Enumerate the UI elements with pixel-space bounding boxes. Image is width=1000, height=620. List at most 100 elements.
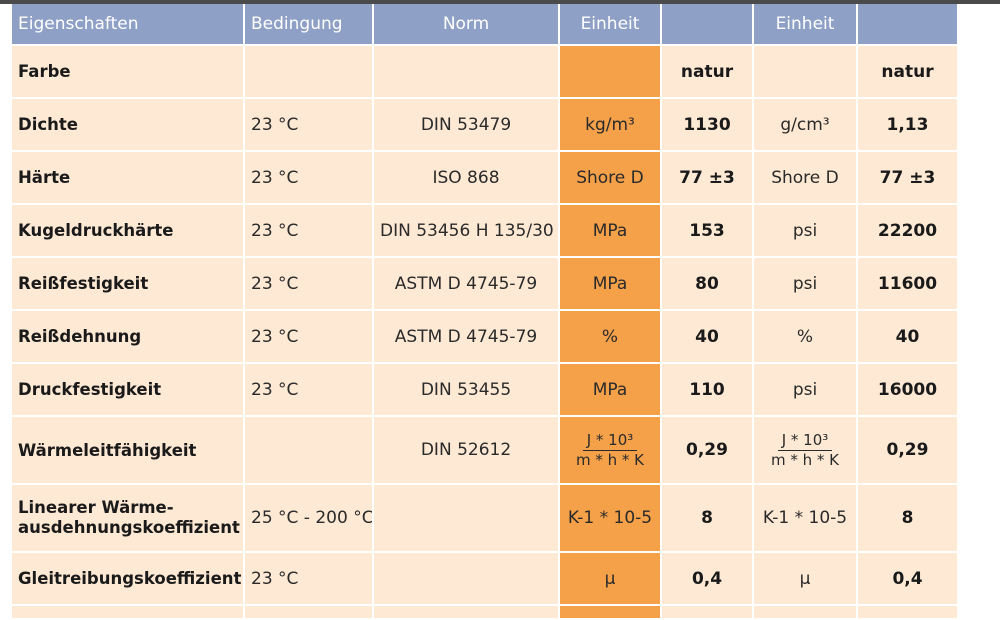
- table-row: Reißfestigkeit 23 °C ASTM D 4745-79 MPa …: [12, 257, 959, 311]
- property-name: Druckfestigkeit: [12, 363, 245, 417]
- property-name-line: Linearer Wärme-: [18, 498, 174, 517]
- unit-metric: K-1 * 10-5: [559, 484, 662, 553]
- value-imperial: 8: [857, 484, 959, 553]
- value-imperial: 1,13: [857, 98, 959, 152]
- fraction-numerator: J * 10³: [582, 431, 638, 451]
- condition: [244, 416, 374, 485]
- unit-imperial: g/cm³: [753, 98, 858, 152]
- header-einheit-imperial: Einheit: [753, 4, 858, 46]
- condition: 23 °C: [244, 257, 374, 311]
- unit-imperial: psi: [753, 363, 858, 417]
- value-metric: 1130: [661, 98, 754, 152]
- condition: 23 °C: [244, 552, 374, 606]
- property-name: Gleitreibungskoeffizient *: [12, 552, 245, 606]
- unit-metric: %: [559, 310, 662, 364]
- property-name: Kugeldruckhärte: [12, 204, 245, 258]
- condition: [244, 45, 374, 99]
- fraction-numerator: J * 10³: [777, 431, 833, 451]
- unit-imperial-fraction: J * 10³ m * h * K: [753, 416, 858, 485]
- value-imperial: 40: [857, 310, 959, 364]
- unit-metric: [559, 45, 662, 99]
- cell: [661, 605, 754, 620]
- table-row: Farbe natur natur: [12, 45, 959, 99]
- value-imperial: 0,29: [857, 416, 959, 485]
- fraction-denominator: m * h * K: [575, 450, 645, 469]
- fraction-denominator: m * h * K: [770, 450, 840, 469]
- value-imperial: 77 ±3: [857, 151, 959, 205]
- condition: 23 °C: [244, 151, 374, 205]
- table-row: Härte 23 °C ISO 868 Shore D 77 ±3 Shore …: [12, 151, 959, 205]
- unit-metric-fraction: J * 10³ m * h * K: [559, 416, 662, 485]
- value-metric: 40: [661, 310, 754, 364]
- table-row-partial: [12, 605, 959, 620]
- cell: [857, 605, 959, 620]
- property-name: Dichte: [12, 98, 245, 152]
- value-imperial: 11600: [857, 257, 959, 311]
- property-name: Wärmeleitfähigkeit: [12, 416, 245, 485]
- norm: DIN 53456 H 135/30: [373, 204, 560, 258]
- unit-metric: MPa: [559, 204, 662, 258]
- value-metric: natur: [661, 45, 754, 99]
- table-row: Gleitreibungskoeffizient * 23 °C μ 0,4 μ…: [12, 552, 959, 606]
- value-imperial: 16000: [857, 363, 959, 417]
- value-metric: 0,4: [661, 552, 754, 606]
- cell: [244, 605, 374, 620]
- cell: [753, 605, 858, 620]
- unit-metric: μ: [559, 552, 662, 606]
- value-metric: 110: [661, 363, 754, 417]
- unit-imperial: K-1 * 10-5: [753, 484, 858, 553]
- cell: [373, 605, 560, 620]
- property-name-line: ausdehnungskoeffizient: [18, 518, 240, 537]
- property-name: Härte: [12, 151, 245, 205]
- unit-imperial: %: [753, 310, 858, 364]
- value-metric: 8: [661, 484, 754, 553]
- value-imperial: natur: [857, 45, 959, 99]
- unit-imperial: psi: [753, 257, 858, 311]
- unit-imperial: μ: [753, 552, 858, 606]
- norm: ISO 868: [373, 151, 560, 205]
- table-row: Druckfestigkeit 23 °C DIN 53455 MPa 110 …: [12, 363, 959, 417]
- unit-imperial: [753, 45, 858, 99]
- property-name: Reißfestigkeit: [12, 257, 245, 311]
- table-row: Reißdehnung 23 °C ASTM D 4745-79 % 40 % …: [12, 310, 959, 364]
- norm: [373, 552, 560, 606]
- property-name: Linearer Wärme- ausdehnungskoeffizient: [12, 484, 245, 553]
- table-row: Dichte 23 °C DIN 53479 kg/m³ 1130 g/cm³ …: [12, 98, 959, 152]
- norm: ASTM D 4745-79: [373, 257, 560, 311]
- value-metric: 80: [661, 257, 754, 311]
- condition: 23 °C: [244, 98, 374, 152]
- header-value-metric: [661, 4, 754, 46]
- condition: 23 °C: [244, 310, 374, 364]
- unit-metric: kg/m³: [559, 98, 662, 152]
- table-row: Wärmeleitfähigkeit DIN 52612 J * 10³ m *…: [12, 416, 959, 485]
- value-imperial: 0,4: [857, 552, 959, 606]
- header-value-imperial: [857, 4, 959, 46]
- header-row: Eigenschaften Bedingung Norm Einheit Ein…: [12, 4, 959, 46]
- unit-imperial: psi: [753, 204, 858, 258]
- unit-imperial: Shore D: [753, 151, 858, 205]
- cell: [12, 605, 245, 620]
- header-bedingung: Bedingung: [244, 4, 374, 46]
- condition: 25 °C - 200 °C: [244, 484, 374, 553]
- norm: ASTM D 4745-79: [373, 310, 560, 364]
- unit-metric: MPa: [559, 363, 662, 417]
- value-metric: 0,29: [661, 416, 754, 485]
- condition: 23 °C: [244, 204, 374, 258]
- value-imperial: 22200: [857, 204, 959, 258]
- norm: [373, 484, 560, 553]
- norm: [373, 45, 560, 99]
- header-norm: Norm: [373, 4, 560, 46]
- header-eigenschaften: Eigenschaften: [12, 4, 245, 46]
- unit-metric: Shore D: [559, 151, 662, 205]
- value-metric: 77 ±3: [661, 151, 754, 205]
- value-metric: 153: [661, 204, 754, 258]
- condition: 23 °C: [244, 363, 374, 417]
- property-name: Reißdehnung: [12, 310, 245, 364]
- header-einheit-metric: Einheit: [559, 4, 662, 46]
- norm: DIN 53479: [373, 98, 560, 152]
- norm: DIN 52612: [373, 416, 560, 485]
- property-name: Farbe: [12, 45, 245, 99]
- unit-metric: MPa: [559, 257, 662, 311]
- cell: [559, 605, 662, 620]
- table-row: Linearer Wärme- ausdehnungskoeffizient 2…: [12, 484, 959, 553]
